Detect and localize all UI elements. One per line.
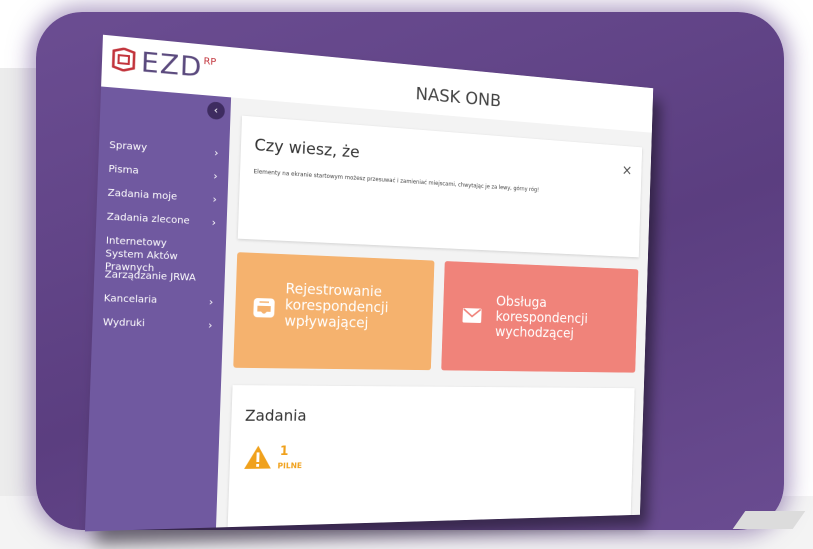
sidebar-item-label: Wydruki [102, 317, 146, 330]
tasks-title: Zadania [244, 406, 307, 425]
sidebar: ‹ Sprawy › Pisma › Zadania moje › Zadani… [84, 86, 232, 532]
main-content: Czy wiesz, że × Elementy na ekranie star… [216, 97, 652, 532]
chevron-right-icon: › [213, 169, 218, 183]
outgoing-tile-label: Obsługa korespondencji wychodzącej [494, 292, 589, 342]
sidebar-item-label: Zadania moje [107, 187, 178, 203]
envelope-icon [462, 307, 483, 324]
tip-text: Elementy na ekranie startowym możesz prz… [253, 168, 540, 194]
sidebar-item-pisma[interactable]: Pisma › [108, 163, 223, 183]
chevron-right-icon: › [207, 318, 213, 332]
close-icon[interactable]: × [622, 161, 633, 178]
ezd-logo[interactable]: EZD RP [110, 41, 217, 84]
sidebar-item-jrwa[interactable]: Zarządzanie JRWA [104, 268, 220, 285]
sidebar-item-label: Zadania zlecone [106, 211, 190, 227]
screen-stage: EZD RP NASK ONB ‹ Sprawy › Pisma › Zadani… [84, 34, 714, 532]
sidebar-item-label: Kancelaria [103, 293, 158, 306]
urgent-label: PILNE [277, 461, 303, 471]
app-screen: EZD RP NASK ONB ‹ Sprawy › Pisma › Zadani… [84, 34, 654, 532]
sidebar-item-label: Zarządzanie JRWA [104, 269, 196, 284]
chevron-right-icon: › [213, 146, 219, 160]
sidebar-item-zadania-zlecone[interactable]: Zadania zlecone › [106, 211, 222, 230]
chevron-right-icon: › [212, 192, 218, 206]
urgent-task-count[interactable]: 1 [280, 444, 289, 458]
incoming-tile-label: Rejestrowanie korespondencji wpływającej [284, 279, 389, 332]
tasks-card[interactable]: Zadania 1 PILNE [227, 385, 635, 532]
tip-title: Czy wiesz, że [254, 135, 360, 163]
sidebar-item-label: Pisma [108, 163, 139, 177]
tip-card[interactable]: Czy wiesz, że × Elementy na ekranie star… [237, 115, 643, 258]
decorative-stripe [732, 511, 806, 529]
organization-name: NASK ONB [415, 83, 502, 112]
sidebar-item-wydruki[interactable]: Wydruki › [103, 316, 219, 331]
inbox-icon [253, 297, 275, 318]
outgoing-correspondence-tile[interactable]: Obsługa korespondencji wychodzącej [441, 261, 639, 373]
sidebar-item-zadania-moje[interactable]: Zadania moje › [107, 187, 223, 206]
logo-superscript: RP [203, 55, 217, 68]
logo-mark-icon [110, 46, 137, 72]
sidebar-item-label: Sprawy [109, 140, 148, 154]
chevron-right-icon: › [211, 216, 217, 229]
logo-text: EZD [140, 44, 203, 83]
sidebar-item-sprawy[interactable]: Sprawy › [109, 139, 224, 160]
sidebar-collapse-button[interactable]: ‹ [206, 101, 226, 121]
incoming-correspondence-tile[interactable]: Rejestrowanie korespondencji wpływającej [233, 252, 435, 371]
chevron-right-icon: › [208, 295, 214, 309]
sidebar-item-kancelaria[interactable]: Kancelaria › [104, 292, 220, 308]
chevron-left-icon: ‹ [213, 103, 219, 117]
warning-icon [244, 445, 272, 469]
